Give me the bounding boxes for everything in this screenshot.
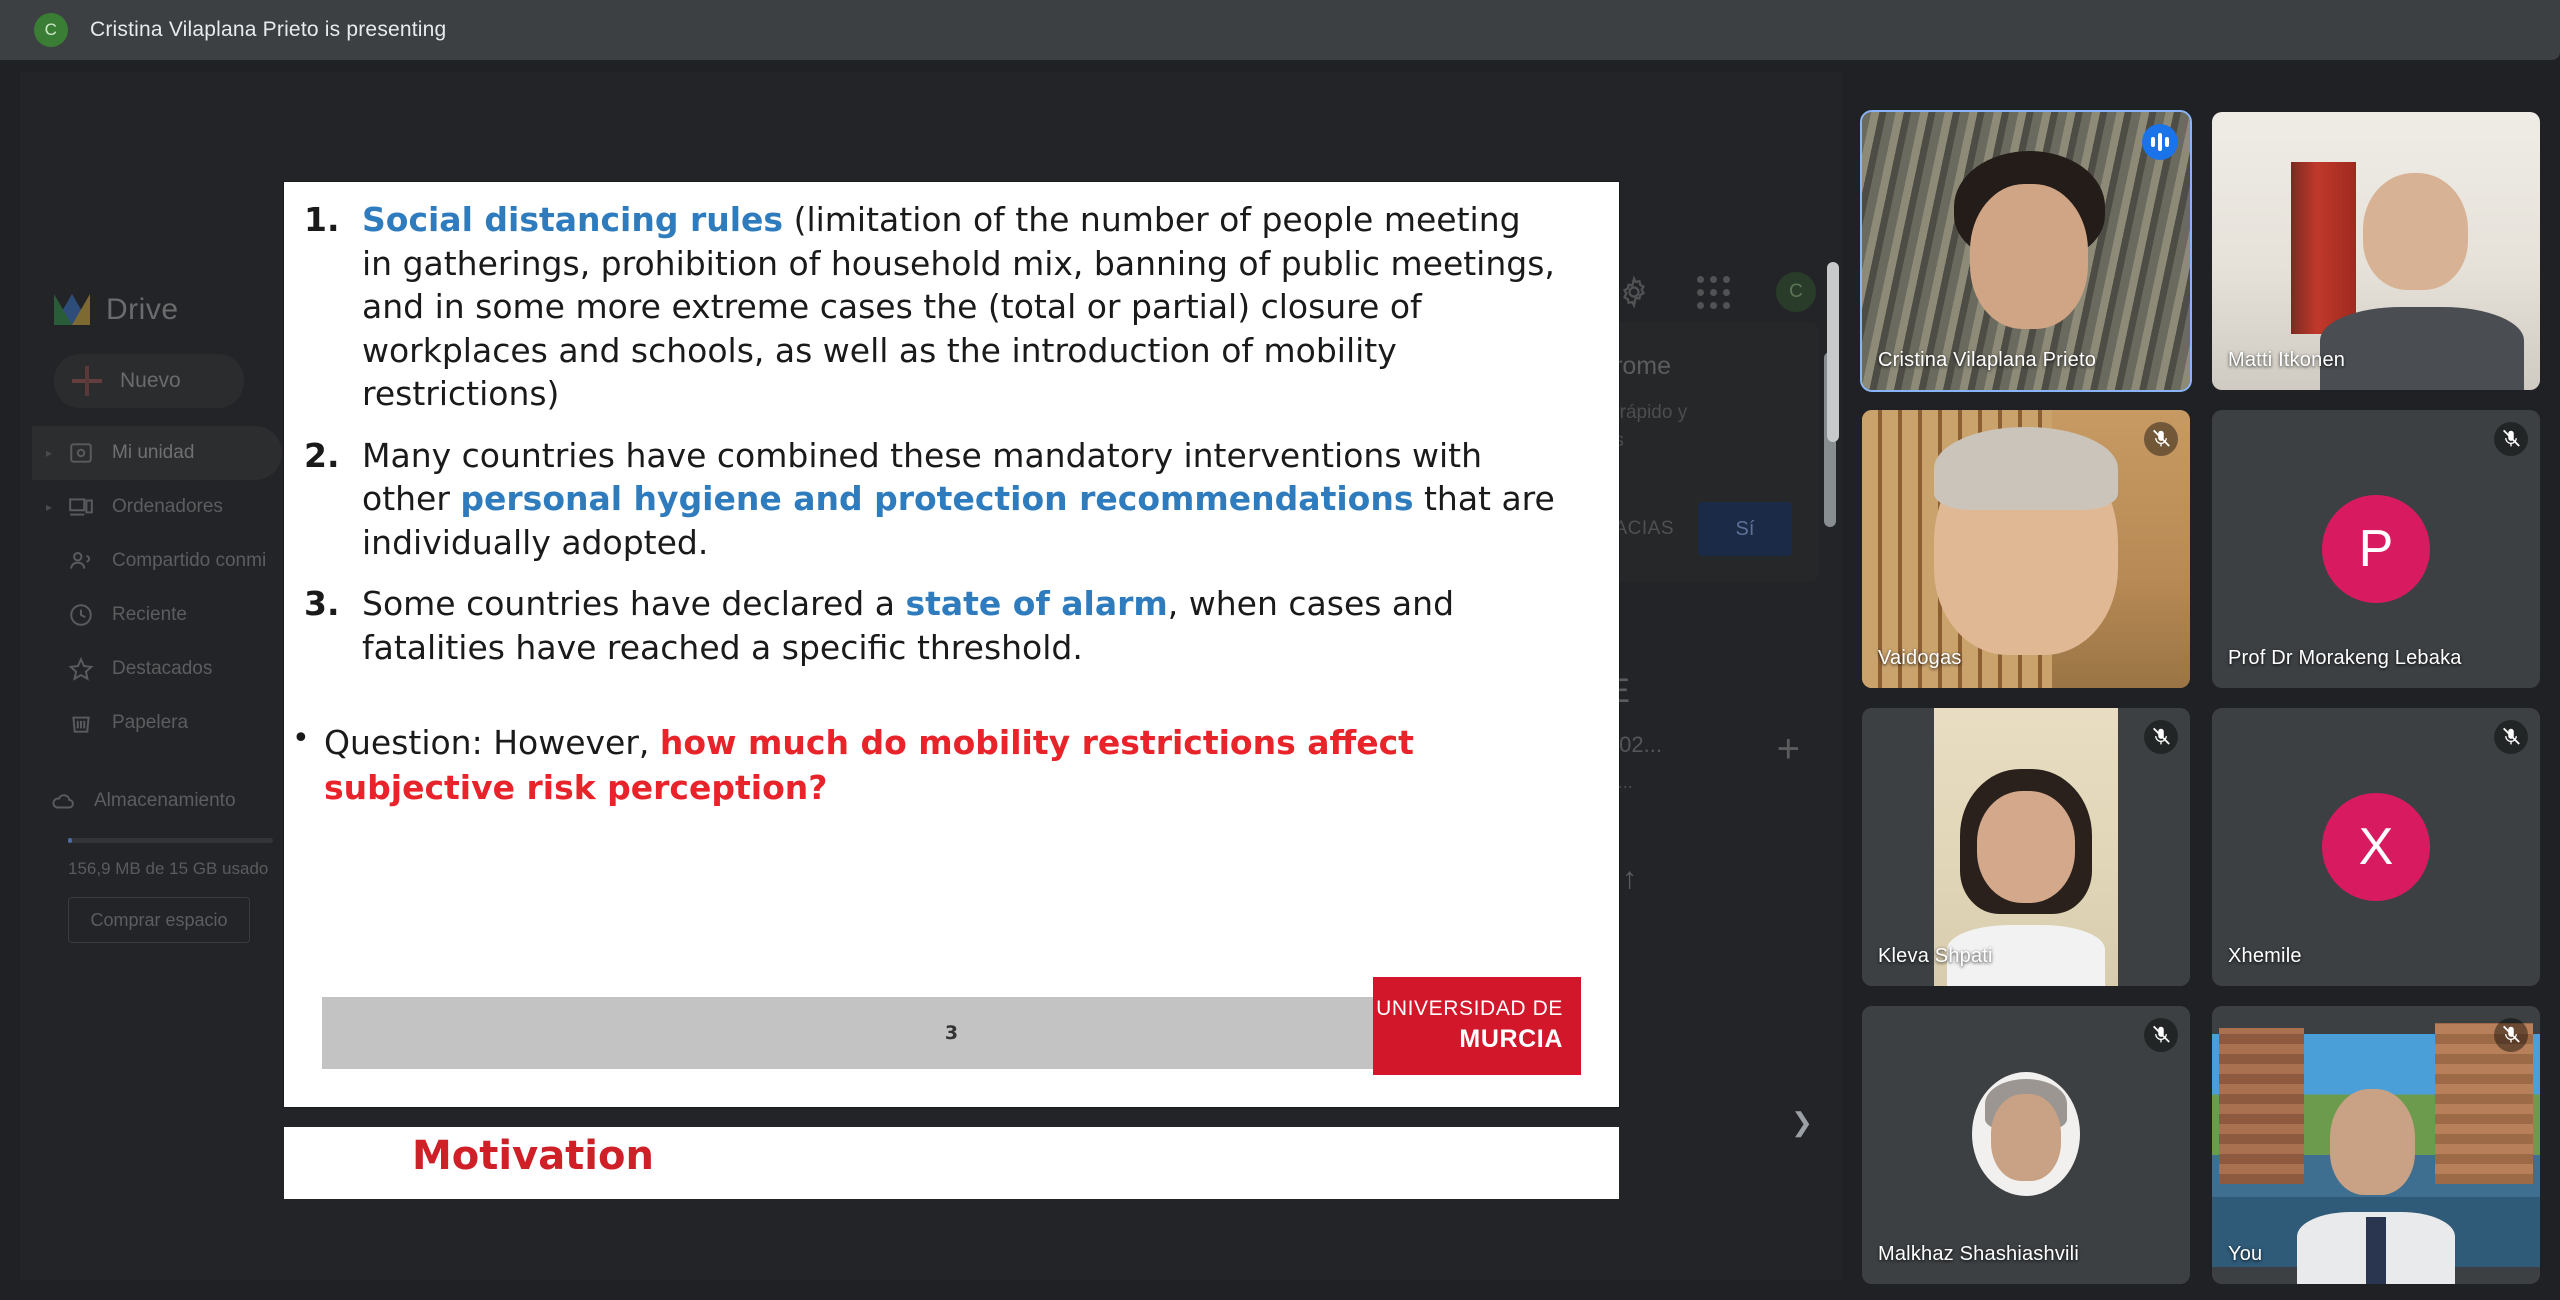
slide-footer: 3 UNIVERSIDAD DE MURCIA — [322, 997, 1581, 1069]
participant-tile[interactable]: Malkhaz Shashiashvili — [1862, 1006, 2190, 1284]
list-number: 1. — [304, 198, 340, 242]
participant-tile[interactable]: Cristina Vilaplana Prieto — [1862, 112, 2190, 390]
sidebar-label: Mi unidad — [112, 442, 194, 464]
participant-name: Xhemile — [2228, 945, 2302, 968]
sidebar-item-ordenadores[interactable]: ▸ Ordenadores — [32, 480, 282, 534]
presentation-scrollbar[interactable] — [1827, 262, 1839, 442]
participant-tile[interactable]: X Xhemile — [2212, 708, 2540, 986]
sidebar-label: Papelera — [112, 712, 188, 734]
speaking-indicator-icon — [2142, 124, 2178, 160]
add-button-icon[interactable]: + — [1777, 727, 1800, 772]
participant-name: Cristina Vilaplana Prieto — [1878, 349, 2096, 372]
participant-name: Malkhaz Shashiashvili — [1878, 1243, 2079, 1266]
avatar-initial: X — [2322, 793, 2430, 901]
participant-tile[interactable]: P Prof Dr Morakeng Lebaka — [2212, 410, 2540, 688]
chrome-accept-button[interactable]: Sí — [1698, 502, 1792, 556]
mic-off-icon — [2144, 422, 2178, 456]
list-text: Some countries have declared a — [362, 584, 905, 623]
drive-sidebar: Drive Nuevo ▸ Mi unidad ▸ — [32, 282, 282, 1022]
sidebar-label: Reciente — [112, 604, 187, 626]
presenting-banner-label: Cristina Vilaplana Prieto is presenting — [90, 18, 446, 42]
participant-name: You — [2228, 1243, 2262, 1266]
participant-tile[interactable]: Kleva Shpati — [1862, 708, 2190, 986]
account-avatar[interactable]: C — [1776, 272, 1816, 312]
slide-list-item: 2. Many countries have combined these ma… — [284, 434, 1559, 565]
storage-row[interactable]: Almacenamiento — [46, 776, 282, 826]
drive-new-label: Nuevo — [120, 369, 181, 393]
next-slide-button[interactable]: ❯ — [1780, 1100, 1824, 1144]
drive-nav-list: ▸ Mi unidad ▸ Ordenadores — [32, 426, 282, 750]
drive-logo-icon — [52, 292, 92, 328]
mic-off-icon — [2494, 422, 2528, 456]
participant-tile[interactable]: Matti Itkonen — [2212, 112, 2540, 390]
presenter-avatar: C — [34, 13, 68, 47]
mic-off-icon — [2494, 720, 2528, 754]
participant-tile[interactable]: Vaidogas — [1862, 410, 2190, 688]
mic-off-icon — [2494, 1018, 2528, 1052]
slide-list-item: 1. Social distancing rules (limitation o… — [284, 198, 1559, 416]
sidebar-label: Destacados — [112, 658, 212, 680]
buy-storage-label: Comprar espacio — [90, 910, 227, 931]
sidebar-item-papelera[interactable]: Papelera — [32, 696, 282, 750]
slide-question-bullet: Question: However, how much do mobility … — [284, 721, 1559, 809]
shared-people-icon — [64, 544, 98, 578]
participant-name: Kleva Shpati — [1878, 945, 1993, 968]
drive-new-button[interactable]: Nuevo — [54, 354, 244, 408]
cloud-icon — [46, 784, 80, 818]
mic-off-icon — [2144, 1018, 2178, 1052]
drive-brand-label: Drive — [106, 293, 179, 327]
drive-storage-section: Almacenamiento 156,9 MB de 15 GB usado C… — [32, 776, 282, 943]
mic-off-icon — [2144, 720, 2178, 754]
logo-line-2: MURCIA — [1373, 1025, 1563, 1054]
trash-icon — [64, 706, 98, 740]
participant-name: Matti Itkonen — [2228, 349, 2345, 372]
gear-icon[interactable] — [1617, 275, 1651, 309]
sidebar-label: Compartido conmi — [112, 550, 266, 572]
storage-label: Almacenamiento — [94, 790, 236, 812]
presented-slide: 1. Social distancing rules (limitation o… — [284, 182, 1619, 1107]
sidebar-item-compartido-conmigo[interactable]: Compartido conmi — [32, 534, 282, 588]
logo-line-1: UNIVERSIDAD DE — [1373, 997, 1563, 1021]
list-highlight: state of alarm — [905, 584, 1167, 623]
slide-body: 1. Social distancing rules (limitation o… — [284, 182, 1619, 810]
storage-usage-text: 156,9 MB de 15 GB usado — [68, 859, 282, 879]
next-slide-preview: Motivation — [284, 1127, 1619, 1199]
avatar-initial: P — [2322, 495, 2430, 603]
participant-tile-self[interactable]: You — [2212, 1006, 2540, 1284]
participant-rail: Cristina Vilaplana Prieto Matti Itkonen … — [1862, 72, 2542, 1282]
meet-window: C Cristina Vilaplana Prieto is presentin… — [0, 0, 2560, 1300]
universidad-de-murcia-logo: UNIVERSIDAD DE MURCIA — [1373, 977, 1581, 1075]
sidebar-label: Ordenadores — [112, 496, 223, 518]
list-number: 2. — [304, 434, 340, 478]
clock-icon — [64, 598, 98, 632]
shared-screen-stage[interactable]: Drive Nuevo ▸ Mi unidad ▸ — [20, 72, 1842, 1280]
upload-arrow-icon[interactable]: ↑ — [1622, 862, 1637, 896]
participant-name: Prof Dr Morakeng Lebaka — [2228, 647, 2462, 670]
list-highlight: personal hygiene and protection recommen… — [460, 479, 1413, 518]
slide-list-item: 3. Some countries have declared a state … — [284, 582, 1559, 669]
sidebar-item-mi-unidad[interactable]: ▸ Mi unidad — [32, 426, 282, 480]
apps-grid-icon[interactable] — [1697, 276, 1730, 309]
list-highlight: Social distancing rules — [362, 200, 783, 239]
participant-name: Vaidogas — [1878, 647, 1962, 670]
buy-storage-button[interactable]: Comprar espacio — [68, 897, 250, 943]
plus-icon — [70, 364, 104, 398]
computers-icon — [64, 490, 98, 524]
list-number: 3. — [304, 582, 340, 626]
question-prefix: Question: However, — [324, 723, 660, 762]
drive-top-right-actions: C — [1617, 272, 1816, 312]
sidebar-item-reciente[interactable]: Reciente — [32, 588, 282, 642]
chevron-right-icon[interactable]: ▸ — [46, 446, 64, 460]
next-slide-title: Motivation — [412, 1133, 654, 1179]
chevron-right-icon[interactable]: ▸ — [46, 500, 64, 514]
star-icon — [64, 652, 98, 686]
sidebar-item-destacados[interactable]: Destacados — [32, 642, 282, 696]
drive-unit-icon — [64, 436, 98, 470]
drive-logo-row: Drive — [32, 282, 282, 338]
slide-numbered-list: 1. Social distancing rules (limitation o… — [284, 198, 1559, 669]
presenting-banner: C Cristina Vilaplana Prieto is presentin… — [0, 0, 2560, 60]
storage-progress-bar — [68, 838, 273, 843]
